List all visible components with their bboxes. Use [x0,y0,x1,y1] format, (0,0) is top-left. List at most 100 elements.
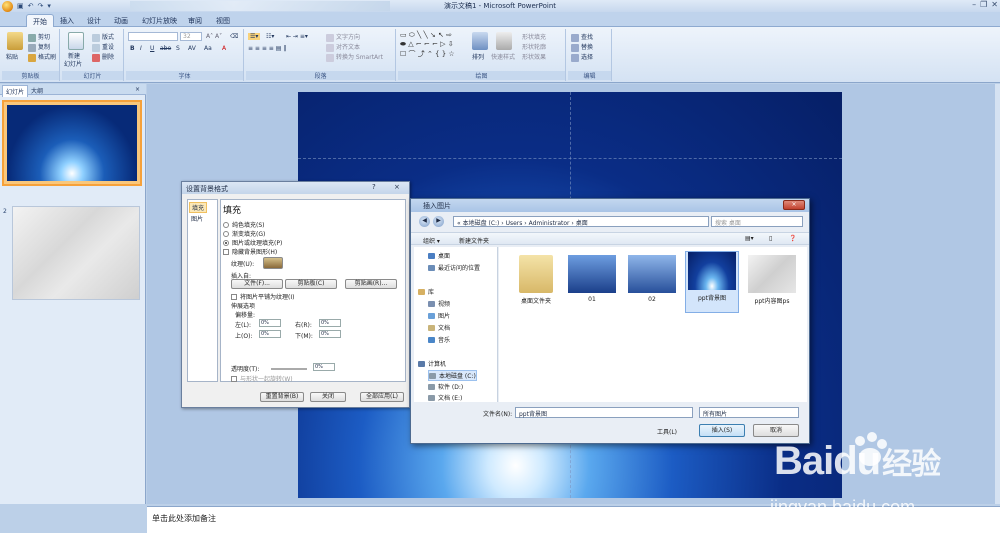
view-options-icon[interactable]: ▤▾ [745,235,754,242]
align-text-button[interactable]: 对齐文本 [326,42,360,52]
path-field[interactable]: « 本地磁盘 (C:) › Users › Administrator › 桌面 [453,216,709,227]
tree-item-computer[interactable]: 计算机 [418,359,446,368]
paste-icon[interactable] [7,32,23,50]
layout-button[interactable]: 版式 [92,32,114,42]
help-button[interactable]: ? [372,183,376,191]
replace-button[interactable]: 替换 [571,42,593,52]
reset-background-button[interactable]: 重置背景(B) [260,392,304,402]
file-item[interactable]: ppt内容图ps [745,255,799,305]
transparency-slider[interactable] [271,368,307,370]
texture-picker[interactable] [263,257,283,269]
find-button[interactable]: 查找 [571,32,593,42]
tree-item-videos[interactable]: 视频 [428,299,450,308]
top-offset-spinner[interactable]: 0% [259,330,281,338]
close-icon[interactable]: ✕ [991,0,998,9]
shape-effects-button[interactable]: 形状效果 [522,52,546,61]
tree-item-recent[interactable]: 最近访问的位置 [428,263,480,272]
search-input[interactable]: 搜索 桌面 [711,216,803,227]
insert-dialog-close-button[interactable]: × [783,200,805,210]
quick-styles-icon[interactable] [496,32,512,50]
new-slide-label-2[interactable]: 幻灯片 [64,59,82,68]
insert-button[interactable]: 插入(S) [699,424,745,437]
rotate-checkbox[interactable]: 与形状一起旋转(W) [231,374,293,383]
tree-item-desktop[interactable]: 桌面 [428,251,450,260]
clipart-button[interactable]: 剪贴画(R)... [345,279,397,289]
shape-outline-button[interactable]: 形状轮廓 [522,42,546,51]
file-item[interactable]: 02 [625,255,679,303]
quick-styles-label[interactable]: 快速样式 [491,52,515,61]
align-icons[interactable]: ≡ ≡ ≡ ≡ ▤ ‖ [248,45,286,52]
tree-item-documents[interactable]: 文档 [428,323,450,332]
underline-button[interactable]: U [150,45,154,52]
apply-all-button[interactable]: 全部应用(L) [360,392,404,402]
filetype-select[interactable]: 所有图片 [699,407,799,418]
paste-button[interactable]: 粘贴 [6,52,18,61]
tree-item-drive-d[interactable]: 软件 (D:) [428,382,463,391]
tree-item-libraries[interactable]: 库 [418,287,434,296]
shadow-button[interactable]: S [176,45,180,52]
tab-animation[interactable]: 动画 [108,14,134,27]
tab-outline[interactable]: 大纲 [28,85,46,96]
category-picture[interactable]: 图片 [189,214,205,223]
category-fill[interactable]: 填充 [189,202,208,213]
tab-slides[interactable]: 幻灯片 [2,85,29,97]
indent-icons[interactable]: ⇤ ⇥ ≡▾ [286,33,308,40]
arrange-icon[interactable] [472,32,488,50]
tree-item-drive-c[interactable]: 本地磁盘 (C:) [428,370,477,381]
back-icon[interactable]: ◀ [419,216,430,227]
font-color-button[interactable]: A [222,45,226,52]
shapes-gallery[interactable]: ▭ ⬭ ╲ ╲ ↘ ↖ ⇨ ⬬ △ ⌐ ⌐ ⌐ ▷ ⇩ ☐ ⌒ ⤴ ⌃ { } ☆ [400,31,455,59]
select-button[interactable]: 选择 [571,52,593,62]
organize-button[interactable]: 组织 ▾ [423,236,440,245]
tab-insert[interactable]: 插入 [54,14,80,27]
slide-thumbnail-1[interactable] [2,100,142,186]
text-direction-button[interactable]: 文字方向 [326,32,360,42]
delete-button[interactable]: 删除 [92,52,114,62]
file-item[interactable]: 桌面文件夹 [509,255,563,305]
hide-graphics-checkbox[interactable]: 隐藏背景图形(H) [223,247,277,256]
minimize-icon[interactable]: – [972,0,976,9]
picture-fill-option[interactable]: 图片或纹理填充(P) [223,238,282,247]
italic-button[interactable]: I [140,45,142,52]
file-item[interactable]: 01 [565,255,619,303]
bullets-icon[interactable]: ☰▾ [248,33,261,40]
solid-fill-option[interactable]: 纯色填充(S) [223,220,265,229]
cut-button[interactable]: 剪切 [28,32,50,42]
close-pane-icon[interactable]: × [132,85,143,94]
font-size-field[interactable]: 32 [180,32,202,41]
copy-button[interactable]: 复制 [28,42,50,52]
tab-slideshow[interactable]: 幻灯片放映 [136,14,183,27]
bold-button[interactable]: B [130,45,135,52]
tree-item-music[interactable]: 音乐 [428,335,450,344]
slide-thumbnail-2[interactable] [12,206,140,300]
smartart-button[interactable]: 转换为 SmartArt [326,52,383,62]
font-name-field[interactable] [128,32,178,41]
new-slide-icon[interactable] [68,32,84,50]
help-icon[interactable]: ❓ [789,235,796,242]
restore-icon[interactable]: ❐ [980,0,987,9]
preview-pane-icon[interactable]: ▯ [769,235,772,242]
clipboard-button[interactable]: 剪贴板(C) [285,279,337,289]
bottom-offset-spinner[interactable]: 0% [319,330,341,338]
file-button[interactable]: 文件(F)... [231,279,283,289]
change-case-button[interactable]: Aa [204,45,212,52]
tab-home[interactable]: 开始 [26,14,54,27]
forward-icon[interactable]: ▶ [433,216,444,227]
tab-view[interactable]: 视图 [210,14,236,27]
tree-item-pictures[interactable]: 图片 [428,311,450,320]
reset-button[interactable]: 重设 [92,42,114,52]
left-offset-spinner[interactable]: 0% [259,319,281,327]
numbering-icon[interactable]: ☷▾ [266,33,274,40]
new-folder-button[interactable]: 新建文件夹 [459,236,489,245]
tab-review[interactable]: 审阅 [182,14,208,27]
char-spacing-button[interactable]: AV [188,45,196,52]
tile-checkbox[interactable]: 将图片平铺为纹理(I) [231,292,294,301]
right-offset-spinner[interactable]: 0% [319,319,341,327]
transparency-spinner[interactable]: 0% [313,363,335,371]
clear-format-icon[interactable]: ⌫ [230,33,238,40]
dialog-close-button[interactable]: × [394,183,400,191]
gradient-fill-option[interactable]: 渐变填充(G) [223,229,265,238]
grow-font-icon[interactable]: A˄ A˅ [206,33,222,40]
format-painter-button[interactable]: 格式刷 [28,52,56,62]
close-dialog-button[interactable]: 关闭 [310,392,346,402]
